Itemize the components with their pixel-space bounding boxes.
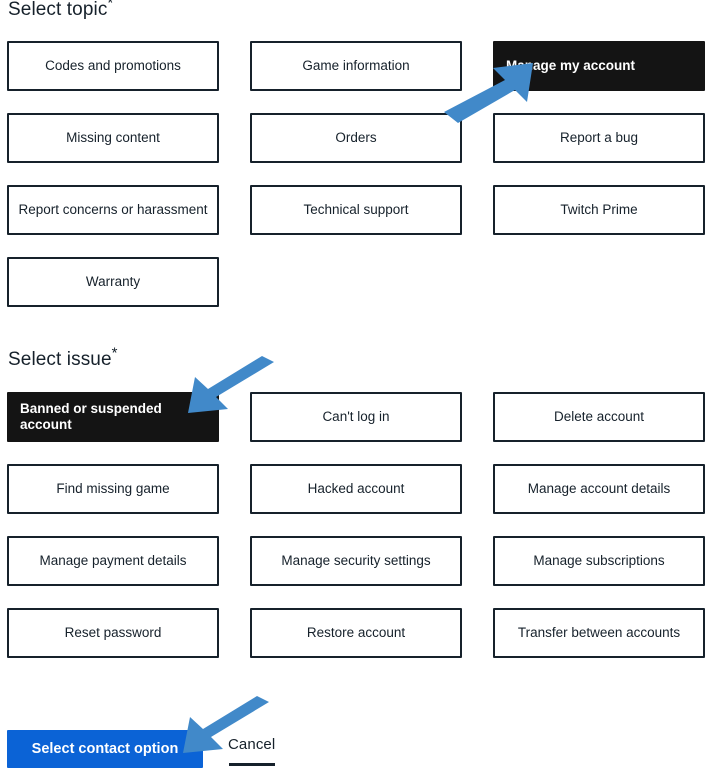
- issue-option-reset-password[interactable]: Reset password: [7, 608, 219, 658]
- issue-option-cant-log-in[interactable]: Can't log in: [250, 392, 462, 442]
- issue-option-manage-subscriptions[interactable]: Manage subscriptions: [493, 536, 705, 586]
- topic-option-missing-content[interactable]: Missing content: [7, 113, 219, 163]
- issue-option-hacked-account[interactable]: Hacked account: [250, 464, 462, 514]
- issue-option-delete-account[interactable]: Delete account: [493, 392, 705, 442]
- footer-actions: Select contact option Cancel: [7, 730, 275, 768]
- issue-option-manage-security-settings[interactable]: Manage security settings: [250, 536, 462, 586]
- topic-option-report-a-bug[interactable]: Report a bug: [493, 113, 705, 163]
- topic-option-orders[interactable]: Orders: [250, 113, 462, 163]
- issue-option-manage-account-details[interactable]: Manage account details: [493, 464, 705, 514]
- topic-option-twitch-prime[interactable]: Twitch Prime: [493, 185, 705, 235]
- issue-option-find-missing-game[interactable]: Find missing game: [7, 464, 219, 514]
- select-issue-heading: Select issue*: [8, 344, 118, 372]
- cancel-link[interactable]: Cancel: [228, 735, 275, 755]
- select-issue-heading-text: Select issue: [8, 349, 112, 370]
- topic-option-report-concerns-or-harassment[interactable]: Report concerns or harassment: [7, 185, 219, 235]
- required-marker-issue: *: [111, 344, 118, 362]
- issue-option-manage-payment-details[interactable]: Manage payment details: [7, 536, 219, 586]
- cancel-action: Cancel: [228, 730, 275, 766]
- topic-option-warranty[interactable]: Warranty: [7, 257, 219, 307]
- select-topic-heading-text: Select topic: [8, 0, 108, 20]
- topic-option-manage-my-account[interactable]: Manage my account: [493, 41, 705, 91]
- select-contact-option-button[interactable]: Select contact option: [7, 730, 203, 768]
- topic-option-game-information[interactable]: Game information: [250, 41, 462, 91]
- issue-option-banned-or-suspended-account[interactable]: Banned or suspended account: [7, 392, 219, 442]
- required-marker-topic: *: [107, 0, 114, 12]
- issue-option-grid: Banned or suspended account Can't log in…: [7, 392, 707, 658]
- topic-option-codes-and-promotions[interactable]: Codes and promotions: [7, 41, 219, 91]
- support-topic-selector-page: Select topic* Codes and promotions Game …: [0, 0, 714, 780]
- topic-option-grid: Codes and promotions Game information Ma…: [7, 41, 707, 307]
- issue-option-restore-account[interactable]: Restore account: [250, 608, 462, 658]
- topic-option-technical-support[interactable]: Technical support: [250, 185, 462, 235]
- cancel-underline: [228, 763, 275, 766]
- select-topic-heading: Select topic*: [8, 0, 113, 22]
- issue-option-transfer-between-accounts[interactable]: Transfer between accounts: [493, 608, 705, 658]
